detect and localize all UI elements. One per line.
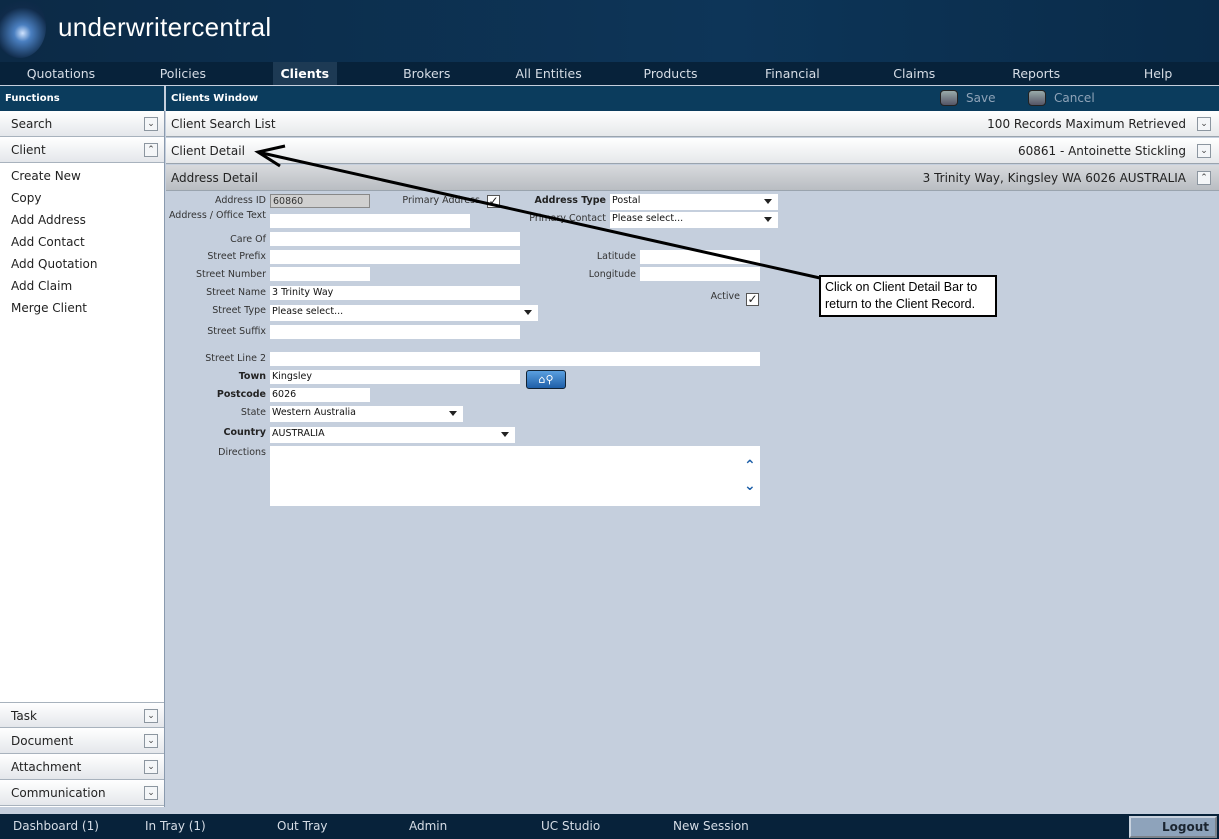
footer-new-session[interactable]: New Session [660,814,792,839]
annotation-callout: Click on Client Detail Bar to return to … [819,275,997,317]
arrow-line [261,151,821,280]
footer-bar: Dashboard (1) In Tray (1) Out Tray Admin… [0,814,1219,839]
annotation-arrow [254,144,821,280]
footer-dashboard[interactable]: Dashboard (1) [0,814,132,839]
logout-button[interactable]: Logout [1129,816,1217,838]
footer-admin[interactable]: Admin [396,814,528,839]
footer-uc-studio[interactable]: UC Studio [528,814,660,839]
footer-in-tray[interactable]: In Tray (1) [132,814,264,839]
footer-out-tray[interactable]: Out Tray [264,814,396,839]
